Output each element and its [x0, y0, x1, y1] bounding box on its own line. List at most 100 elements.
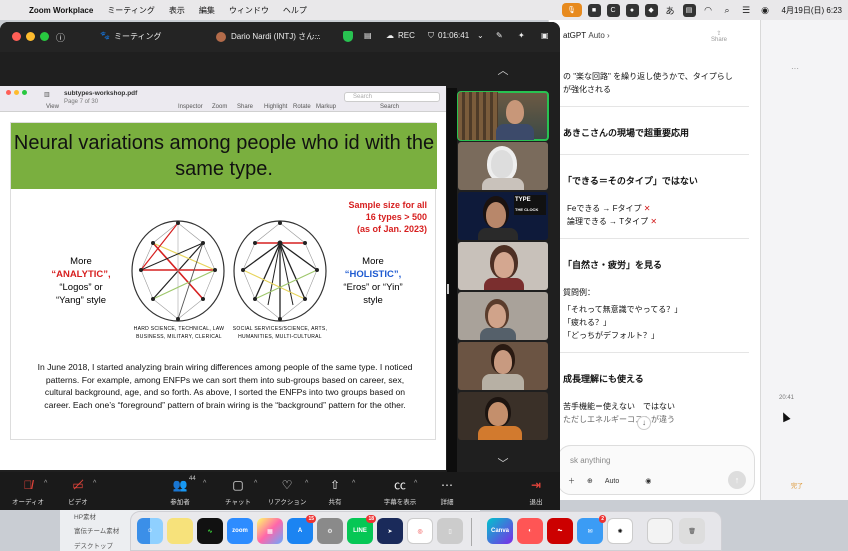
audio-options-caret-icon[interactable]: ^ [44, 480, 47, 487]
toolbar-markup[interactable]: Markup [316, 104, 336, 110]
finder-dock-icon[interactable]: ☺ [137, 518, 163, 544]
app-store-dock-icon[interactable]: A 15 [287, 515, 316, 544]
timer-dropdown-icon[interactable]: ⌄ [477, 31, 484, 40]
video-tile-participant-3[interactable]: TYPE THE CLOCK [458, 192, 548, 240]
collapse-gallery-up-icon[interactable]: ︿ [494, 66, 512, 77]
chat-caret-icon[interactable]: ^ [254, 480, 257, 487]
app-status-icon-3[interactable]: ● [625, 3, 639, 17]
toolbar-highlight[interactable]: Highlight [264, 104, 287, 110]
video-tile-speaker[interactable] [457, 91, 549, 141]
plus-icon[interactable]: ＋ [568, 476, 575, 486]
photo-app-dock-icon[interactable]: ◐ [517, 518, 543, 544]
mode-selector[interactable]: Auto [605, 478, 619, 485]
sidebar-toggle-icon[interactable]: ▥ [44, 91, 50, 98]
zoom-window-button[interactable] [40, 32, 49, 41]
video-tile-participant-5[interactable] [458, 292, 548, 340]
zoom-dock-icon[interactable]: zoom [227, 518, 253, 544]
line-dock-icon[interactable]: LINE 18 [347, 515, 376, 544]
video-tile-participant-4[interactable] [458, 242, 548, 290]
leave-button[interactable]: ⇥ 退出 [516, 476, 556, 506]
menu-help[interactable]: ヘルプ [276, 5, 314, 16]
siri-icon[interactable]: ◉ [759, 4, 772, 17]
finder-item-hp[interactable]: HP素材 [74, 511, 96, 521]
trash-dock-icon[interactable]: 🗑 [679, 518, 705, 544]
control-center-icon[interactable]: ☰ [740, 4, 753, 17]
wifi-icon[interactable]: ◠ [702, 4, 715, 17]
toolbar-zoom[interactable]: Zoom [212, 104, 227, 110]
menu-clock[interactable]: 4月19日(日) 6:23 [778, 5, 842, 16]
recording-label[interactable]: REC [398, 31, 415, 40]
finder-item-desktop[interactable]: デスクトップ [74, 540, 113, 550]
chat-line: 「疲れる？」 [563, 318, 611, 327]
acrobat-dock-icon[interactable]: ⏦ [547, 518, 573, 544]
canva-dock-icon[interactable]: Canva [487, 518, 513, 544]
more-options-icon[interactable]: ⋯ [312, 31, 320, 40]
reactions-caret-icon[interactable]: ^ [305, 480, 308, 487]
share-screen-button[interactable]: ⇧ 共有 [315, 476, 355, 506]
system-settings-dock-icon[interactable]: ⚙ [317, 518, 343, 544]
close-window-button[interactable] [12, 32, 21, 41]
audio-button[interactable]: 🎙̸ オーディオ [8, 476, 48, 506]
toolbar-view[interactable]: View [46, 104, 59, 110]
app-status-icon-2[interactable]: C [606, 3, 620, 17]
captions-caret-icon[interactable]: ^ [414, 480, 417, 487]
reactions-button[interactable]: ♡ リアクション [267, 476, 307, 506]
video-button[interactable]: ▭̸ ビデオ [58, 476, 98, 506]
video-options-caret-icon[interactable]: ^ [93, 480, 96, 487]
scroll-down-button[interactable]: ↓ [637, 416, 651, 430]
chrome-dock-icon[interactable]: ◎ [407, 518, 433, 544]
done-label[interactable]: 完了 [791, 481, 803, 490]
more-button[interactable]: ⋯ 詳細 [427, 476, 467, 506]
meeting-title[interactable]: ミーティング [114, 31, 162, 42]
input-source-indicator[interactable]: あ [664, 4, 677, 17]
send-button[interactable]: ↑ [728, 471, 746, 489]
share-caret-icon[interactable]: ^ [352, 480, 355, 487]
annotate-pen-icon[interactable]: ✎ [496, 31, 503, 40]
expand-gallery-down-icon[interactable]: ﹀ [494, 459, 512, 470]
activity-monitor-dock-icon[interactable]: ∿ [197, 518, 223, 544]
toolbar-search[interactable]: Search [380, 104, 399, 110]
microphone-status-icon[interactable]: 🎙 [561, 3, 582, 17]
app-status-icon-5[interactable]: ▤ [682, 3, 696, 17]
layout-icon[interactable]: ▣ [541, 31, 549, 40]
minimize-window-button[interactable] [26, 32, 35, 41]
menu-edit[interactable]: 編集 [192, 5, 222, 16]
menu-app-name[interactable]: Zoom Workplace [22, 6, 100, 15]
chatgpt-dock-icon[interactable]: ✺ [607, 518, 633, 544]
launchpad-dock-icon[interactable]: ▦ [257, 518, 283, 544]
toolbar-inspector[interactable]: Inspector [178, 104, 203, 110]
toolbar-share[interactable]: Share [237, 104, 253, 110]
participants-caret-icon[interactable]: ^ [203, 480, 206, 487]
finder-item-team[interactable]: 富伝チーム素材 [74, 525, 119, 535]
chat-button[interactable]: ▢ チャット [218, 476, 258, 506]
more-options-icon[interactable]: ··· [791, 64, 799, 73]
menu-meeting[interactable]: ミーティング [100, 5, 162, 16]
menu-window[interactable]: ウィンドウ [222, 5, 276, 16]
search-icon[interactable]: ⌕ [721, 4, 734, 17]
app-status-icon-1[interactable]: ■ [587, 3, 601, 17]
sharing-participant-name[interactable]: Dario Nardi (INTJ) さん... [231, 31, 321, 42]
globe-icon[interactable]: ⊕ [587, 477, 593, 485]
info-icon[interactable]: ⓘ [56, 31, 65, 44]
document-dock-icon[interactable] [647, 518, 673, 544]
mail-dock-icon[interactable]: ✉ 2 [577, 515, 606, 544]
resize-handle[interactable] [447, 284, 449, 294]
send-dock-icon[interactable]: ➤ [377, 518, 403, 544]
video-tile-participant-6[interactable] [458, 342, 548, 390]
toolbar-rotate[interactable]: Rotate [293, 104, 311, 110]
app-status-icon-4[interactable]: ◆ [644, 3, 658, 17]
chatgpt-model-selector[interactable]: Auto [588, 31, 604, 40]
notes-icon[interactable]: ▤ [364, 31, 372, 40]
split-divider[interactable] [447, 88, 457, 472]
notes-dock-icon[interactable] [167, 518, 193, 544]
menu-view[interactable]: 表示 [162, 5, 192, 16]
security-shield-icon[interactable] [343, 31, 353, 42]
chat-input[interactable]: sk anything ＋ ⊕ Auto ◉ ↑ [557, 445, 755, 495]
phone-mirroring-dock-icon[interactable]: ▯ [437, 518, 463, 544]
pdf-search-input[interactable]: Search [344, 92, 440, 102]
video-tile-participant-2[interactable] [458, 142, 548, 190]
ai-companion-icon[interactable]: ✦ [518, 31, 525, 40]
voice-icon[interactable]: ◉ [645, 477, 651, 485]
share-button[interactable]: ⇪ Share [711, 30, 727, 43]
video-tile-participant-7[interactable] [458, 392, 548, 440]
